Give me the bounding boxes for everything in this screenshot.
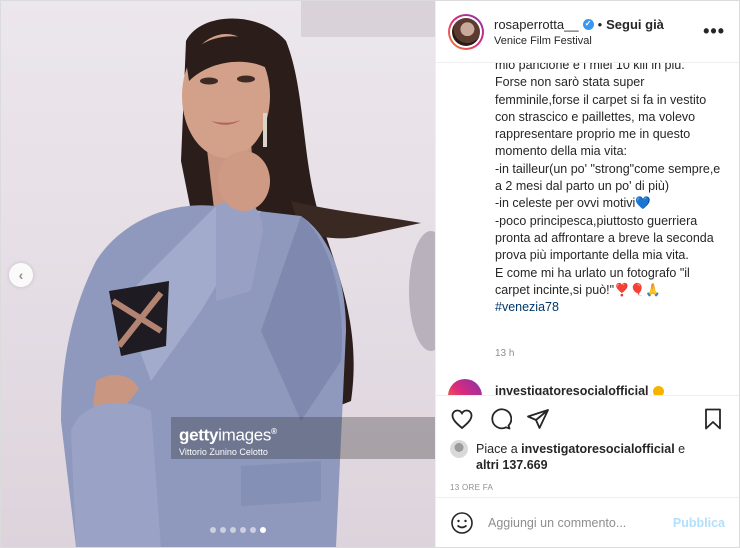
- likes-summary: Piace a investigatoresocialofficial e alt…: [436, 440, 739, 473]
- author-avatar-image: [452, 17, 480, 46]
- post-photo[interactable]: ‹ gettyimages® Vittorio Zunino Celotto: [1, 1, 435, 547]
- photo-credit: Vittorio Zunino Celotto: [179, 446, 268, 457]
- author-avatar[interactable]: [448, 13, 484, 50]
- more-options-icon[interactable]: •••: [703, 21, 725, 42]
- caption-time: 13 h: [495, 348, 515, 359]
- publish-button[interactable]: Pubblica: [673, 516, 725, 530]
- carousel-dot: [210, 527, 216, 533]
- carousel-dot: [240, 527, 246, 533]
- comment-input[interactable]: [488, 515, 673, 530]
- post-timestamp[interactable]: 13 ORE FA: [436, 473, 739, 492]
- commenter-username-text: investigatoresocialofficial: [495, 384, 649, 395]
- share-paper-plane-icon[interactable]: [526, 407, 550, 431]
- liker-avatar[interactable]: [450, 440, 468, 458]
- getty-logo-thin: images: [218, 425, 272, 445]
- carousel-dot: [220, 527, 226, 533]
- caption-hashtag[interactable]: #venezia78: [495, 300, 559, 314]
- author-row: rosaperrotta__ ✓ • Segui già: [494, 17, 703, 32]
- comment-bubble-icon[interactable]: [488, 407, 512, 431]
- post-header: rosaperrotta__ ✓ • Segui già Venice Film…: [436, 1, 739, 63]
- carousel-indicator: [1, 527, 435, 533]
- commenter-username[interactable]: investigatoresocialofficial: [495, 384, 664, 395]
- getty-logo-bold: getty: [179, 425, 219, 445]
- action-bar: [436, 395, 739, 441]
- likes-count[interactable]: altri 137.669: [476, 458, 548, 472]
- author-avatar-frame: [450, 15, 482, 48]
- follow-button[interactable]: Segui già: [606, 17, 664, 32]
- author-username[interactable]: rosaperrotta__: [494, 17, 579, 32]
- getty-logo-mark: ®: [271, 427, 277, 436]
- carousel-dot: [230, 527, 236, 533]
- instagram-post: ‹ gettyimages® Vittorio Zunino Celotto r…: [0, 0, 740, 548]
- likes-prefix: Piace a: [476, 442, 522, 456]
- caption-text: mio pancione e i miei 10 kili in più. Fo…: [495, 63, 721, 297]
- like-heart-icon[interactable]: [450, 407, 474, 431]
- post-sidebar: rosaperrotta__ ✓ • Segui già Venice Film…: [435, 1, 739, 547]
- post-caption: mio pancione e i miei 10 kili in più. Fo…: [495, 63, 725, 316]
- verified-badge-icon: ✓: [582, 18, 594, 30]
- save-bookmark-icon[interactable]: [701, 407, 725, 431]
- emoji-icon: [652, 386, 664, 395]
- likes-and: e: [674, 442, 686, 456]
- carousel-prev-button[interactable]: ‹: [9, 263, 33, 287]
- author-info: rosaperrotta__ ✓ • Segui già Venice Film…: [494, 17, 703, 47]
- emoji-smiley-icon[interactable]: [450, 511, 474, 535]
- photo-illustration: [61, 1, 435, 547]
- liker-username[interactable]: investigatoresocialofficial: [521, 442, 675, 456]
- getty-watermark: gettyimages® Vittorio Zunino Celotto: [171, 417, 435, 459]
- likes-text: Piace a investigatoresocialofficial e alt…: [476, 441, 685, 473]
- carousel-dot: [250, 527, 256, 533]
- commenter-avatar[interactable]: [448, 379, 482, 395]
- post-location[interactable]: Venice Film Festival: [494, 35, 703, 47]
- carousel-dot: [260, 527, 266, 533]
- getty-logo: gettyimages®: [179, 423, 427, 445]
- comments-area[interactable]: mio pancione e i miei 10 kili in più. Fo…: [436, 63, 739, 395]
- comment-item: investigatoresocialofficial: [448, 379, 664, 395]
- header-separator: •: [597, 16, 603, 32]
- add-comment-bar: Pubblica: [436, 497, 739, 547]
